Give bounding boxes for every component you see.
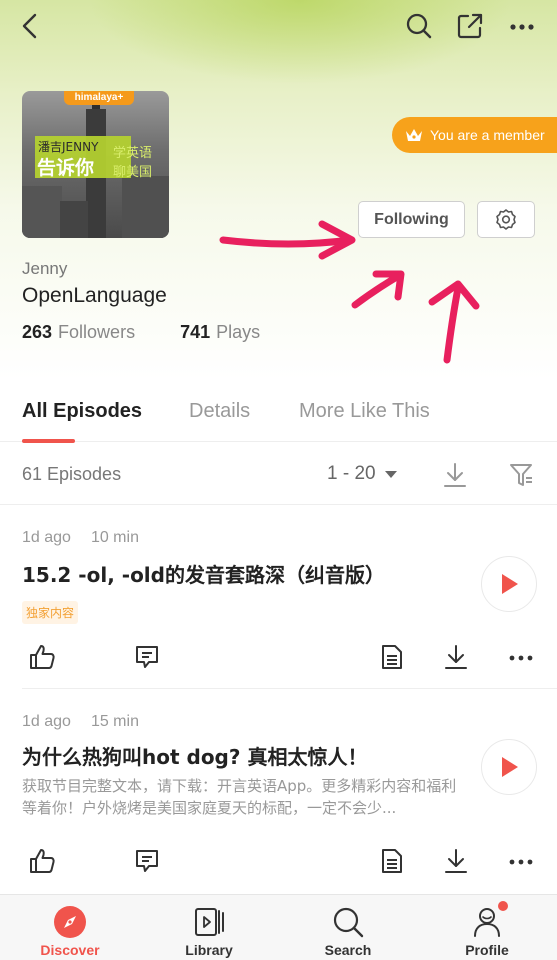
cover-title-line2: 告诉你 (37, 157, 95, 179)
chevron-left-icon (22, 13, 37, 39)
nav-library[interactable]: Library (164, 895, 254, 960)
download-button[interactable] (440, 641, 472, 673)
settings-button[interactable] (477, 201, 535, 238)
back-button[interactable] (14, 10, 46, 42)
document-icon (382, 645, 402, 669)
tab-bar: All Episodes Details More Like This (0, 392, 557, 442)
download-icon (445, 849, 467, 873)
more-horizontal-icon (509, 859, 533, 865)
more-horizontal-icon (509, 655, 533, 661)
crown-icon (406, 129, 422, 141)
episode-meta: 1d ago 10 min (22, 529, 139, 547)
download-icon (444, 463, 466, 487)
search-icon (406, 13, 432, 39)
more-horizontal-icon (510, 24, 534, 30)
like-button[interactable] (26, 845, 58, 877)
play-icon (502, 574, 518, 594)
filter-icon (510, 464, 532, 486)
episode-duration: 10 min (90, 529, 139, 546)
member-badge[interactable]: You are a member (392, 117, 557, 153)
episode-count: 61 Episodes (22, 464, 122, 484)
episode-item[interactable]: 1d ago 15 min 为什么热狗叫hot dog? 真相太惊人！ 获取节目完… (0, 689, 557, 894)
following-button[interactable]: Following (358, 201, 465, 238)
compass-icon (54, 906, 86, 938)
episode-more-button[interactable] (505, 641, 537, 673)
share-icon (457, 13, 483, 39)
cover-subtitle-line2: 聊美国 (113, 165, 153, 180)
download-button[interactable] (440, 845, 472, 877)
nav-icon-wrapper (470, 901, 508, 939)
nav-discover[interactable]: Discover (25, 895, 115, 960)
nav-search[interactable]: Search (303, 895, 393, 960)
channel-title: OpenLanguage (22, 284, 167, 307)
tab-details[interactable]: Details (189, 400, 250, 423)
transcript-button[interactable] (376, 641, 408, 673)
nav-label: Profile (465, 942, 509, 958)
document-icon (382, 849, 402, 873)
nav-profile[interactable]: Profile (442, 895, 532, 960)
episode-meta: 1d ago 15 min (22, 713, 139, 731)
followers-count: 263 (22, 322, 53, 342)
plays-label: Plays (216, 322, 261, 342)
episode-range-selector[interactable]: 1 - 20 (327, 463, 398, 485)
member-badge-label: You are a member (430, 127, 545, 143)
more-button[interactable] (506, 10, 538, 42)
episode-title[interactable]: 为什么热狗叫hot dog? 真相太惊人！ (22, 741, 367, 770)
nav-icon-wrapper (192, 905, 226, 939)
tab-all-episodes[interactable]: All Episodes (22, 400, 142, 423)
play-button[interactable] (481, 739, 537, 795)
thumbs-up-icon (30, 645, 55, 669)
episode-duration: 15 min (90, 713, 139, 730)
download-all-button[interactable] (439, 459, 471, 491)
filter-button[interactable] (505, 459, 537, 491)
search-icon (333, 907, 364, 938)
episode-actions (0, 845, 557, 885)
nav-icon-wrapper (53, 905, 87, 939)
comment-icon (136, 646, 158, 668)
bottom-nav: Discover Library Search Profile (0, 894, 557, 960)
episode-actions (0, 641, 557, 681)
episode-age: 1d ago (22, 713, 71, 730)
nav-icon-wrapper (331, 905, 365, 939)
plays-count: 741 (180, 322, 211, 342)
podcast-cover[interactable]: himalaya+ 潘吉JENNY 告诉你 学英语 聊美国 (22, 91, 169, 238)
transcript-button[interactable] (376, 845, 408, 877)
cover-building (22, 186, 62, 238)
like-button[interactable] (26, 641, 58, 673)
episode-age: 1d ago (22, 529, 71, 546)
cover-building (122, 176, 169, 238)
comment-icon (136, 850, 158, 872)
caret-down-icon (384, 471, 397, 478)
play-button[interactable] (481, 556, 537, 612)
cover-subtitle-line1: 学英语 (113, 146, 153, 161)
episode-item[interactable]: 1d ago 10 min 15.2 -ol, -old的发音套路深（纠音版） 独… (0, 505, 557, 688)
episode-list-header: 61 Episodes 1 - 20 (0, 443, 557, 505)
episode-title[interactable]: 15.2 -ol, -old的发音套路深（纠音版） (22, 559, 385, 588)
notification-badge (498, 901, 508, 911)
thumbs-up-icon (30, 849, 55, 873)
gear-icon (496, 208, 516, 230)
download-icon (445, 645, 467, 669)
cover-brand: himalaya+ (64, 91, 134, 105)
episode-description: 获取节目完整文本，请下载：开言英语App。更多精彩内容和福利等着你！户外烧烤是美… (22, 777, 457, 817)
cover-building (60, 201, 88, 238)
profile-icon (474, 908, 500, 937)
library-icon (195, 908, 224, 936)
episode-range-label: 1 - 20 (327, 463, 376, 484)
followers-label: Followers (58, 322, 136, 342)
search-button[interactable] (403, 10, 435, 42)
nav-label: Search (324, 942, 372, 958)
nav-label: Discover (40, 942, 100, 958)
channel-stats: 263 Followers 741 Plays (22, 322, 260, 343)
comment-button[interactable] (131, 641, 163, 673)
nav-label: Library (185, 942, 233, 958)
author-name[interactable]: Jenny (22, 259, 67, 279)
share-button[interactable] (454, 10, 486, 42)
tab-more-like-this[interactable]: More Like This (299, 400, 430, 423)
play-icon (502, 757, 518, 777)
episode-more-button[interactable] (505, 845, 537, 877)
exclusive-tag: 独家内容 (22, 601, 79, 624)
comment-button[interactable] (131, 845, 163, 877)
